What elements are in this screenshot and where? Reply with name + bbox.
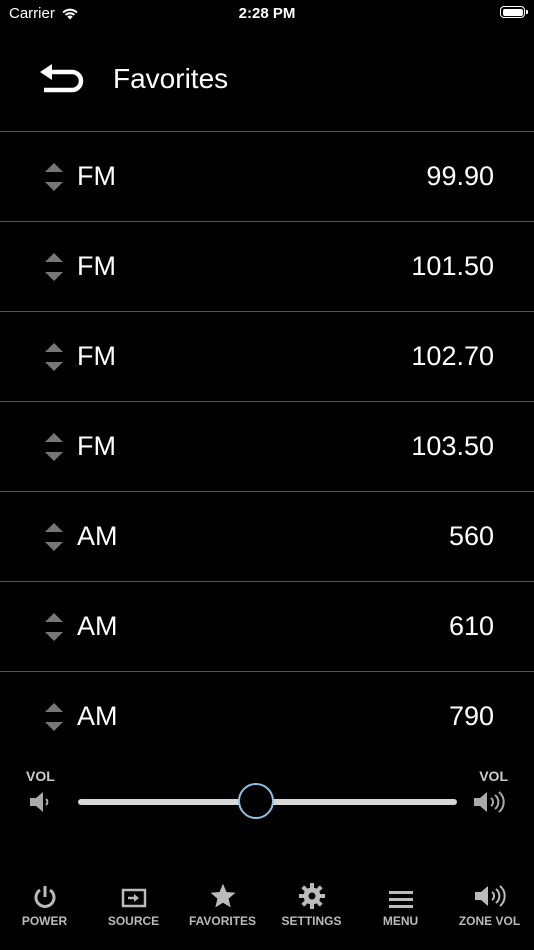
- band-label: FM: [77, 251, 116, 281]
- status-bar: Carrier 2:28 PM: [0, 0, 534, 30]
- source-icon: [121, 888, 146, 908]
- tab-label: ZONE VOL: [458, 914, 521, 928]
- tab-bar: POWER SOURCE FAVORITES SETTINGS MENU ZON…: [0, 872, 534, 950]
- volume-control: VOL VOL: [0, 746, 534, 856]
- frequency-label: 102.70: [411, 341, 494, 371]
- band-label: FM: [77, 161, 116, 191]
- volume-high-icon[interactable]: [472, 788, 510, 816]
- favorite-row[interactable]: AM 560: [0, 492, 534, 582]
- zone-volume-icon: [474, 885, 506, 907]
- reorder-arrows-icon[interactable]: [44, 699, 64, 735]
- battery-icon: [500, 6, 528, 18]
- band-label: FM: [77, 341, 116, 371]
- favorite-row[interactable]: FM 103.50: [0, 402, 534, 492]
- band-label: AM: [77, 701, 118, 731]
- tab-label: FAVORITES: [188, 914, 257, 928]
- band-label: AM: [77, 521, 118, 551]
- volume-label-left: VOL: [26, 768, 55, 784]
- band-label: AM: [77, 611, 118, 641]
- favorite-row[interactable]: FM 99.90: [0, 132, 534, 222]
- reorder-arrows-icon[interactable]: [44, 519, 64, 555]
- gear-icon: [298, 883, 325, 909]
- tab-label: POWER: [21, 914, 68, 928]
- tab-label: SOURCE: [107, 914, 160, 928]
- tab-label: MENU: [382, 914, 419, 928]
- favorite-row[interactable]: FM 101.50: [0, 222, 534, 312]
- frequency-label: 560: [448, 521, 494, 551]
- frequency-label: 790: [448, 701, 494, 731]
- reorder-arrows-icon[interactable]: [44, 159, 64, 195]
- tab-source[interactable]: SOURCE: [89, 872, 178, 950]
- favorite-row[interactable]: AM 790: [0, 672, 534, 746]
- tab-label: SETTINGS: [281, 914, 342, 928]
- tab-favorites[interactable]: FAVORITES: [178, 872, 267, 950]
- volume-label-right: VOL: [479, 768, 508, 784]
- menu-icon: [388, 891, 413, 908]
- volume-low-icon[interactable]: [28, 788, 56, 816]
- tab-power[interactable]: POWER: [0, 872, 89, 950]
- reorder-arrows-icon[interactable]: [44, 339, 64, 375]
- return-arrow-icon: [40, 64, 84, 93]
- volume-slider-thumb[interactable]: [238, 783, 275, 819]
- tab-zone-vol[interactable]: ZONE VOL: [445, 872, 534, 950]
- status-time: 2:28 PM: [238, 5, 296, 22]
- back-button[interactable]: [38, 62, 90, 96]
- star-icon: [210, 883, 235, 908]
- page-title: Favorites: [113, 63, 229, 94]
- frequency-label: 103.50: [411, 431, 494, 461]
- tab-menu[interactable]: MENU: [356, 872, 445, 950]
- favorite-row[interactable]: AM 610: [0, 582, 534, 672]
- power-icon: [34, 886, 55, 908]
- favorites-list[interactable]: FM 99.90 FM 101.50 FM 102.70 FM 103.50 A…: [0, 132, 534, 746]
- favorite-row[interactable]: FM 102.70: [0, 312, 534, 402]
- frequency-label: 610: [448, 611, 494, 641]
- reorder-arrows-icon[interactable]: [44, 249, 64, 285]
- frequency-label: 99.90: [426, 161, 494, 191]
- frequency-label: 101.50: [411, 251, 494, 281]
- reorder-arrows-icon[interactable]: [44, 429, 64, 465]
- header: Favorites: [0, 40, 534, 130]
- tab-settings[interactable]: SETTINGS: [267, 872, 356, 950]
- reorder-arrows-icon[interactable]: [44, 609, 64, 645]
- band-label: FM: [77, 431, 116, 461]
